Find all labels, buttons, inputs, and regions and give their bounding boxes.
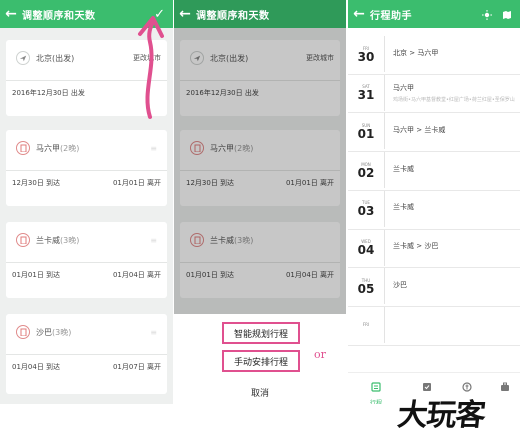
nav-itinerary-label: 行程 — [370, 400, 383, 404]
day-content: 兰卡威 > 沙巴 — [385, 230, 520, 266]
day-number: 05 — [357, 281, 375, 296]
day-number: 02 — [357, 165, 375, 180]
drag-handle-icon[interactable]: ≡ — [150, 144, 157, 153]
arrive-date: 01月01日 到达 — [12, 271, 61, 279]
day-route: 兰卡威 — [393, 164, 414, 173]
day-row[interactable]: FRI — [348, 306, 520, 343]
watermark-logo: 大玩客 — [395, 398, 487, 433]
city-name: 兰卡威(3晚) — [36, 235, 80, 245]
day-row[interactable]: SAT 31 马六甲 鸡场街•马六甲基督教堂•红屋广场•荷兰红屋•圣保罗山 — [348, 74, 520, 111]
building-icon — [16, 325, 30, 339]
day-row[interactable]: MON 02 兰卡威 — [348, 152, 520, 189]
arrive-date: 12月30日 到达 — [12, 179, 61, 187]
page-title: 调整顺序和天数 — [22, 10, 96, 22]
smart-plan-option[interactable]: 智能规划行程 — [222, 322, 300, 344]
weekday: FRI — [362, 322, 370, 328]
divider — [6, 354, 167, 355]
day-number: 30 — [357, 49, 375, 64]
day-date: MON 02 — [348, 152, 384, 188]
day-content: 兰卡威 — [385, 191, 520, 227]
day-date: SAT 31 — [348, 75, 384, 111]
building-icon — [16, 233, 30, 247]
divider — [6, 262, 167, 263]
day-row[interactable]: THU 05 沙巴 — [348, 268, 520, 305]
city-card[interactable]: 沙巴(3晚) ≡ 01月04日 到达 01月07日 离开 — [6, 314, 167, 394]
day-number: 01 — [357, 126, 375, 141]
drag-handle-icon[interactable]: ≡ — [150, 236, 157, 245]
day-route: 马六甲 — [393, 83, 414, 92]
back-arrow-icon[interactable]: ← — [0, 6, 22, 22]
day-date: THU 05 — [348, 268, 384, 304]
day-row[interactable]: WED 04 兰卡威 > 沙巴 — [348, 229, 520, 266]
city-card[interactable]: 兰卡威(3晚) ≡ 01月01日 到达 01月04日 离开 — [6, 222, 167, 298]
day-date: TUE 03 — [348, 191, 384, 227]
nav-itinerary[interactable]: 行程 — [370, 377, 382, 404]
cancel-button[interactable]: 取消 — [174, 386, 346, 399]
annotation-arrow — [138, 16, 164, 119]
sun-icon[interactable] — [482, 5, 492, 24]
city-name: 北京(出发) — [36, 53, 75, 63]
building-icon — [16, 141, 30, 155]
city-name: 马六甲(2晚) — [36, 143, 80, 153]
page-title: 调整顺序和天数 — [196, 10, 270, 22]
back-arrow-icon[interactable]: ← — [348, 6, 370, 22]
modal-dim-overlay[interactable] — [174, 28, 346, 314]
day-date: FRI 30 — [348, 36, 384, 72]
day-row[interactable]: SUN 01 马六甲 > 兰卡威 — [348, 113, 520, 150]
day-route: 兰卡威 — [393, 203, 414, 212]
row-divider — [348, 344, 520, 346]
day-route: 兰卡威 > 沙巴 — [393, 242, 439, 250]
day-content: 兰卡威 — [385, 152, 520, 188]
top-bar: ← 行程助手 — [348, 0, 520, 28]
arrive-date: 01月04日 到达 — [12, 363, 61, 371]
leave-date: 01月04日 离开 — [112, 271, 161, 279]
reorder-screen: ← 调整顺序和天数 ✓ 北京(出发) 更改城市 2016年12月30日 出发 马… — [0, 0, 173, 404]
back-arrow-icon[interactable]: ← — [174, 6, 196, 22]
plan-mode-sheet-screen: ← 调整顺序和天数 北京(出发) 更改城市 2016年12月30日 出发 马六甲… — [174, 0, 346, 404]
day-content: 北京 > 马六甲 — [385, 36, 520, 72]
itinerary-icon — [371, 377, 381, 396]
day-row[interactable]: TUE 03 兰卡威 — [348, 190, 520, 227]
action-sheet: 智能规划行程 手动安排行程 or 取消 — [174, 314, 346, 404]
suitcase-icon — [500, 377, 510, 396]
day-number: 03 — [357, 204, 375, 219]
day-content: 马六甲 > 兰卡威 — [385, 113, 520, 149]
day-date: WED 04 — [348, 230, 384, 266]
city-card[interactable]: 马六甲(2晚) ≡ 12月30日 到达 01月01日 离开 — [6, 130, 167, 206]
departure-date: 2016年12月30日 出发 — [12, 89, 85, 97]
leave-date: 01月01日 离开 — [112, 179, 161, 187]
manual-plan-option[interactable]: 手动安排行程 — [222, 350, 300, 372]
map-icon[interactable] — [502, 5, 512, 24]
nav-luggage[interactable] — [500, 377, 510, 396]
day-route: 马六甲 > 兰卡威 — [393, 125, 446, 134]
day-content — [385, 307, 520, 343]
day-content: 马六甲鸡场街•马六甲基督教堂•红屋广场•荷兰红屋•圣保罗山 — [385, 75, 520, 111]
leave-date: 01月07日 离开 — [112, 363, 161, 371]
day-date: FRI — [348, 307, 384, 343]
page-title: 行程助手 — [370, 10, 412, 22]
day-attractions: 鸡场街•马六甲基督教堂•红屋广场•荷兰红屋•圣保罗山 — [393, 96, 515, 103]
day-row[interactable]: FRI 30 北京 > 马六甲 — [348, 36, 520, 72]
plane-icon — [16, 51, 30, 65]
city-name: 沙巴(3晚) — [36, 327, 72, 337]
day-route: 沙巴 — [393, 280, 407, 289]
itinerary-assistant-screen: ← 行程助手 FRI 30 北京 > 马六甲 SAT 31 马六甲 鸡场街•马六甲基督教堂•… — [348, 0, 520, 404]
or-annotation: or — [314, 348, 326, 361]
day-number: 04 — [357, 243, 375, 257]
day-content: 沙巴 — [385, 268, 520, 304]
divider — [6, 170, 167, 171]
day-number: 31 — [357, 88, 375, 103]
drag-handle-icon[interactable]: ≡ — [150, 328, 157, 337]
day-date: SUN 01 — [348, 113, 384, 149]
day-route: 北京 > 马六甲 — [393, 48, 439, 57]
top-bar: ← 调整顺序和天数 — [174, 0, 346, 28]
